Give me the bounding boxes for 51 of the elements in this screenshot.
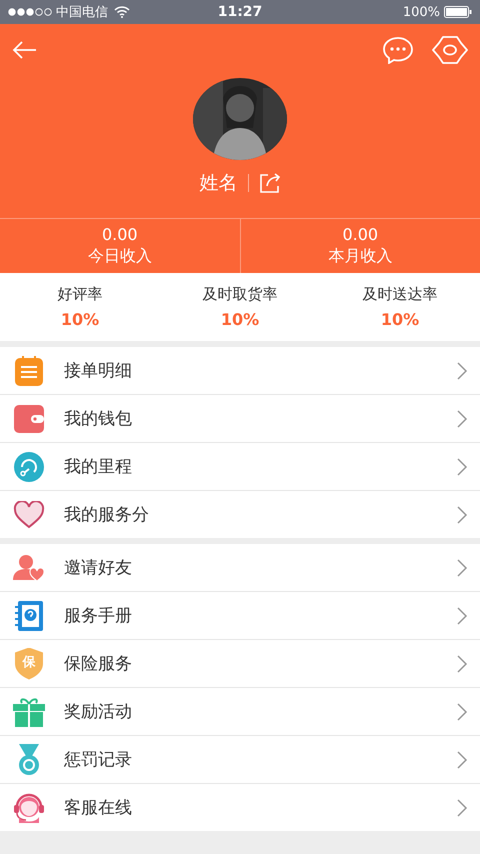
wifi-icon xyxy=(114,6,130,18)
chevron-icon xyxy=(456,456,468,476)
battery-percent: 100% xyxy=(402,4,440,20)
rate-label: 及时送达率 xyxy=(362,285,438,304)
income-label: 今日收入 xyxy=(88,246,152,267)
rate-label: 及时取货率 xyxy=(202,285,278,304)
gift-icon xyxy=(13,696,45,726)
rate-value: 10% xyxy=(60,310,100,329)
carrier-name: 中国电信 xyxy=(56,4,108,21)
chevron-icon xyxy=(456,702,468,722)
income-label: 本月收入 xyxy=(328,246,392,267)
chevron-icon xyxy=(456,360,468,380)
rate-value: 10% xyxy=(220,310,260,329)
person-heart-icon xyxy=(13,554,45,582)
battery-icon xyxy=(444,6,472,18)
wallet-icon xyxy=(14,404,44,432)
chevron-icon xyxy=(456,798,468,818)
menu-item[interactable]: 我的钱包 xyxy=(0,395,480,443)
shield-icon: 保 xyxy=(15,648,43,680)
signal-icon xyxy=(8,8,52,16)
chevron-icon xyxy=(456,750,468,770)
chat-bubble-icon[interactable] xyxy=(382,36,414,64)
back-arrow-icon[interactable] xyxy=(12,40,36,60)
chevron-icon xyxy=(456,504,468,524)
handbook-icon xyxy=(15,600,43,630)
chevron-icon xyxy=(456,558,468,578)
menu-item[interactable]: 惩罚记录 xyxy=(0,736,480,784)
menu-item[interactable]: 我的里程 xyxy=(0,443,480,491)
menu-item[interactable]: 邀请好友 xyxy=(0,544,480,592)
chevron-icon xyxy=(456,408,468,428)
heart-icon xyxy=(13,500,45,528)
edit-icon[interactable] xyxy=(258,173,280,193)
income-amount: 0.00 xyxy=(342,225,378,244)
chevron-icon xyxy=(456,654,468,674)
medal-icon xyxy=(16,744,42,776)
menu-item[interactable]: 服务手册 xyxy=(0,592,480,640)
rate-label: 好评率 xyxy=(58,285,102,304)
clock-time: 11:27 xyxy=(218,4,262,20)
rate-value: 10% xyxy=(380,310,420,329)
list-icon xyxy=(15,356,43,386)
menu-item[interactable]: 保 保险服务 xyxy=(0,640,480,688)
menu-item[interactable]: 我的服务分 xyxy=(0,491,480,538)
gauge-icon xyxy=(14,452,44,482)
menu-item[interactable]: 奖励活动 xyxy=(0,688,480,736)
headset-person-icon xyxy=(12,792,46,822)
settings-icon[interactable] xyxy=(432,36,468,64)
menu-item[interactable]: 客服在线 xyxy=(0,784,480,831)
income-amount: 0.00 xyxy=(102,225,138,244)
user-name: 姓名 xyxy=(200,171,238,196)
chevron-icon xyxy=(456,606,468,626)
menu-item[interactable]: 接单明细 xyxy=(0,347,480,395)
